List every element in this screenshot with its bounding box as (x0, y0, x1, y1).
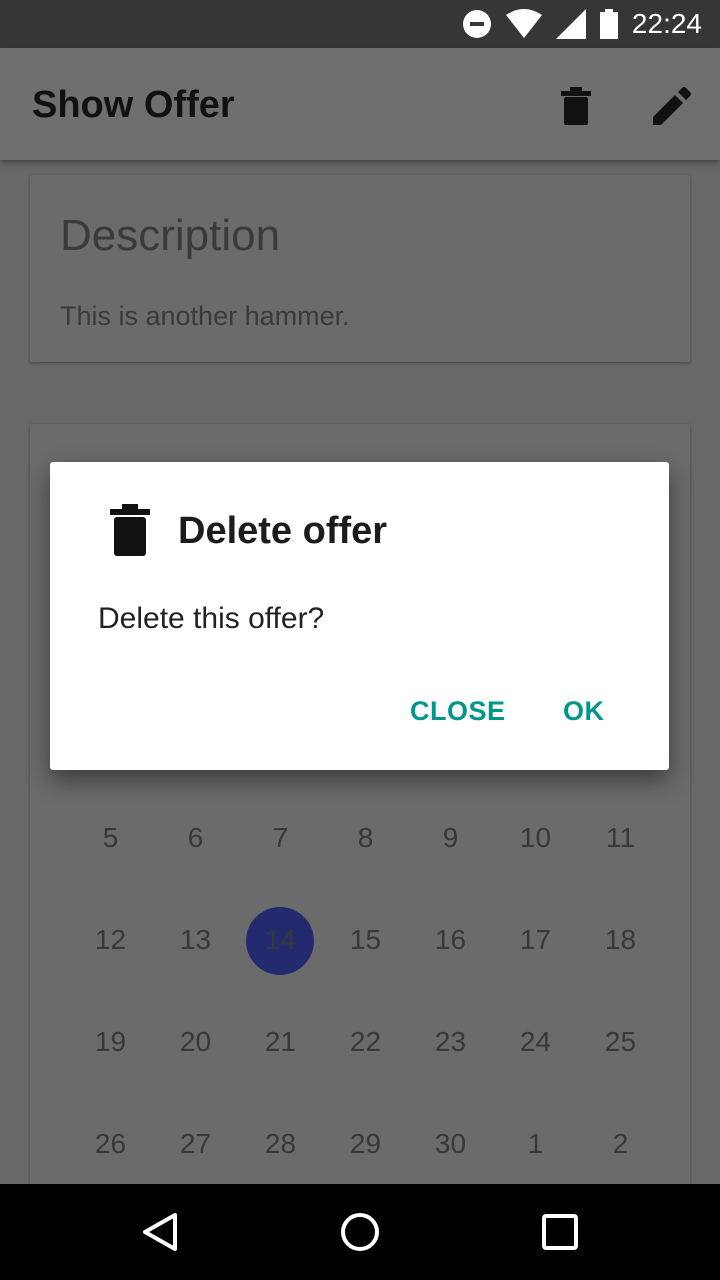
calendar-day-number: 6 (187, 822, 204, 853)
dialog-message: Delete this offer? (98, 602, 325, 635)
trash-icon (561, 87, 591, 125)
calendar-day-number: 9 (442, 822, 459, 853)
calendar-day[interactable]: 19 (68, 1007, 153, 1077)
calendar-day[interactable]: 25 (578, 1007, 663, 1077)
navigation-bar (0, 1184, 720, 1280)
calendar-day-number: 15 (349, 924, 382, 955)
battery-icon (599, 9, 618, 39)
home-button[interactable] (336, 1208, 384, 1256)
calendar-day-number: 8 (357, 822, 374, 853)
calendar-day-number: 27 (179, 1128, 212, 1159)
status-icons: 22:24 (462, 0, 702, 48)
calendar-day[interactable]: 28 (238, 1109, 323, 1179)
calendar-day[interactable]: 5 (68, 803, 153, 873)
calendar-day[interactable]: 9 (408, 803, 493, 873)
calendar-day-number: 14 (264, 924, 297, 955)
calendar-day[interactable]: 11 (578, 803, 663, 873)
recents-square-icon (542, 1214, 578, 1250)
calendar-day-number: 1 (527, 1128, 544, 1159)
calendar-day[interactable]: 12 (68, 905, 153, 975)
calendar-day-number: 25 (604, 1026, 637, 1057)
description-card: Description This is another hammer. (30, 175, 690, 362)
do-not-disturb-icon (462, 10, 491, 38)
calendar-day[interactable]: 18 (578, 905, 663, 975)
wifi-icon (505, 9, 542, 38)
dialog-title: Delete offer (178, 510, 388, 552)
calendar-day[interactable]: 23 (408, 1007, 493, 1077)
calendar-day-number: 29 (349, 1128, 382, 1159)
calendar-day-number: 7 (272, 822, 289, 853)
calendar-day[interactable]: 21 (238, 1007, 323, 1077)
trash-icon (110, 504, 150, 556)
close-button[interactable]: CLOSE (410, 696, 506, 727)
calendar-day-number: 17 (519, 924, 552, 955)
pencil-icon (653, 87, 691, 125)
ok-button[interactable]: OK (563, 696, 605, 727)
back-button[interactable] (136, 1208, 184, 1256)
calendar-day[interactable]: 1 (493, 1109, 578, 1179)
signal-icon (555, 9, 586, 39)
calendar-day-number: 24 (519, 1026, 552, 1057)
calendar-day[interactable]: 14 (238, 905, 323, 975)
calendar-day-number: 22 (349, 1026, 382, 1057)
app-bar: Show Offer (0, 48, 720, 160)
calendar-week-row: 19 20 21 22 23 24 25 (68, 1007, 663, 1077)
calendar-day[interactable]: 26 (68, 1109, 153, 1179)
back-triangle-icon (143, 1213, 177, 1251)
calendar-day-number: 26 (94, 1128, 127, 1159)
calendar-week-row: 12 13 14 15 16 17 18 (68, 905, 663, 975)
calendar-day[interactable]: 15 (323, 905, 408, 975)
edit-button[interactable] (644, 78, 700, 134)
calendar-day[interactable]: 20 (153, 1007, 238, 1077)
recents-button[interactable] (536, 1208, 584, 1256)
calendar-day-number: 5 (102, 822, 119, 853)
calendar-day-number: 11 (605, 822, 636, 853)
calendar-day-number: 12 (94, 924, 127, 955)
calendar-day-number: 19 (94, 1026, 127, 1057)
calendar-week-row: 26 27 28 29 30 1 2 (68, 1109, 663, 1179)
calendar-day-number: 28 (264, 1128, 297, 1159)
calendar-day-number: 2 (612, 1128, 629, 1159)
calendar-day[interactable]: 29 (323, 1109, 408, 1179)
calendar-day-number: 10 (519, 822, 552, 853)
status-time: 22:24 (631, 8, 702, 39)
calendar-day[interactable]: 10 (493, 803, 578, 873)
delete-button[interactable] (548, 78, 604, 134)
calendar-day[interactable]: 22 (323, 1007, 408, 1077)
calendar-day[interactable]: 6 (153, 803, 238, 873)
calendar-week-row: 5 6 7 8 9 10 11 (68, 803, 663, 873)
description-text: This is another hammer. (60, 301, 350, 331)
calendar-day-number: 23 (434, 1026, 467, 1057)
calendar-day[interactable]: 30 (408, 1109, 493, 1179)
calendar-day[interactable]: 16 (408, 905, 493, 975)
calendar-day-number: 16 (434, 924, 467, 955)
description-heading: Description (60, 211, 281, 260)
calendar-day[interactable]: 8 (323, 803, 408, 873)
calendar-day[interactable]: 27 (153, 1109, 238, 1179)
calendar-day[interactable]: 24 (493, 1007, 578, 1077)
calendar-day[interactable]: 2 (578, 1109, 663, 1179)
calendar-day-number: 21 (264, 1026, 297, 1057)
calendar-day[interactable]: 17 (493, 905, 578, 975)
page-title: Show Offer (32, 84, 235, 126)
calendar-day-number: 13 (179, 924, 212, 955)
calendar-day-number: 30 (434, 1128, 467, 1159)
calendar-day-number: 18 (604, 924, 637, 955)
status-bar: 22:24 (0, 0, 720, 48)
calendar-day[interactable]: 7 (238, 803, 323, 873)
calendar-day-number: 20 (179, 1026, 212, 1057)
delete-offer-dialog: Delete offer Delete this offer? CLOSE OK (50, 462, 669, 770)
calendar-day[interactable]: 13 (153, 905, 238, 975)
home-circle-icon (341, 1213, 379, 1251)
